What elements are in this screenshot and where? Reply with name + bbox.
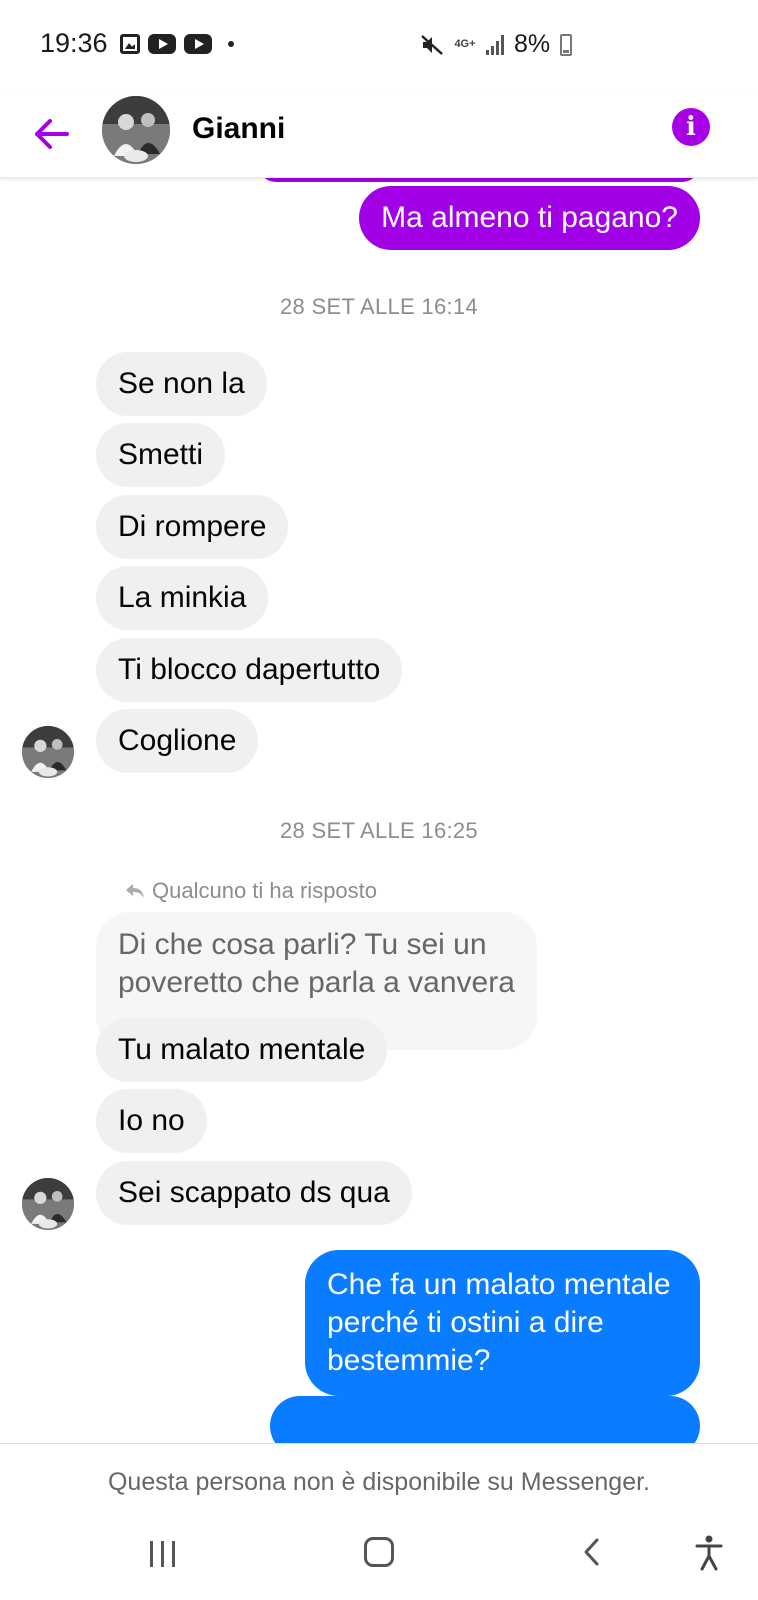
reply-label: Qualcuno ti ha risposto	[124, 878, 377, 904]
sender-avatar[interactable]	[22, 726, 74, 778]
contact-name[interactable]: Gianni	[192, 112, 285, 146]
timestamp: 28 SET ALLE 16:14	[280, 294, 478, 319]
status-time: 19:36	[40, 28, 108, 58]
youtube-icon	[184, 34, 212, 54]
back-button[interactable]	[30, 112, 74, 156]
message-bubble-incoming[interactable]: Sei scappato ds qua	[96, 1161, 412, 1225]
message-bubble-incoming[interactable]: Di rompere	[96, 495, 289, 559]
unavailable-text: Questa persona non è disponibile su Mess…	[107, 1468, 651, 1496]
message-bubble-outgoing[interactable]: Che fa un malato mentale perché ti ostin…	[305, 1250, 700, 1396]
message-bubble-incoming[interactable]: Ti blocco dapertutto	[96, 638, 403, 702]
conversation-header: Gianni i	[0, 90, 758, 178]
message-bubble-incoming[interactable]: Io no	[96, 1089, 207, 1153]
message-bubble-outgoing[interactable]: Ma almeno ti pagano?	[359, 186, 700, 250]
message-bubble-outgoing[interactable]	[258, 178, 700, 182]
arrow-left-icon	[35, 119, 69, 149]
reply-icon	[126, 884, 144, 898]
accessibility-icon[interactable]	[694, 1535, 724, 1571]
unavailable-notice: Questa persona non è disponibile su Mess…	[0, 1443, 758, 1523]
recents-icon[interactable]	[150, 1541, 175, 1567]
message-line: bestemmie?	[327, 1344, 491, 1377]
message-bubble-incoming[interactable]: Se non la	[96, 352, 267, 416]
message-bubble-incoming[interactable]: Tu malato mentale	[96, 1018, 388, 1082]
info-icon[interactable]: i	[672, 108, 710, 146]
avatar-photo	[22, 1178, 74, 1230]
signal-icon	[486, 34, 504, 55]
battery-percent: 8%	[514, 30, 551, 58]
message-line: Che fa un malato mentale	[327, 1268, 671, 1301]
avatar-photo	[102, 96, 170, 164]
mute-icon	[421, 34, 443, 55]
status-bar: 19:36 4G+ 8%	[0, 0, 758, 90]
battery-charging-icon	[560, 33, 573, 56]
system-navigation-bar	[0, 1523, 758, 1600]
quoted-line: poveretto che parla a vanvera	[118, 966, 515, 999]
message-bubble-outgoing[interactable]	[270, 1396, 700, 1443]
message-list[interactable]: Ma almeno ti pagano? 28 SET ALLE 16:14 S…	[0, 178, 758, 1443]
youtube-icon	[148, 34, 176, 54]
sender-avatar[interactable]	[22, 1178, 74, 1230]
timestamp: 28 SET ALLE 16:25	[280, 818, 478, 843]
home-icon[interactable]	[364, 1537, 394, 1567]
quoted-line: Di che cosa parli? Tu sei un	[118, 928, 487, 961]
reply-label-text: Qualcuno ti ha risposto	[152, 878, 378, 903]
network-type: 4G+	[454, 38, 476, 50]
message-bubble-incoming[interactable]: La minkia	[96, 566, 269, 630]
contact-avatar[interactable]	[102, 96, 170, 164]
system-icons: 4G+ 8%	[420, 30, 573, 59]
back-nav-icon[interactable]	[578, 1537, 608, 1567]
message-bubble-incoming[interactable]: Coglione	[96, 709, 259, 773]
dot-icon	[228, 41, 234, 47]
message-line: perché ti ostini a dire	[327, 1306, 604, 1339]
message-bubble-incoming[interactable]: Smetti	[96, 423, 226, 487]
notification-icons	[120, 34, 234, 54]
avatar-photo	[22, 726, 74, 778]
gallery-icon	[120, 34, 140, 54]
